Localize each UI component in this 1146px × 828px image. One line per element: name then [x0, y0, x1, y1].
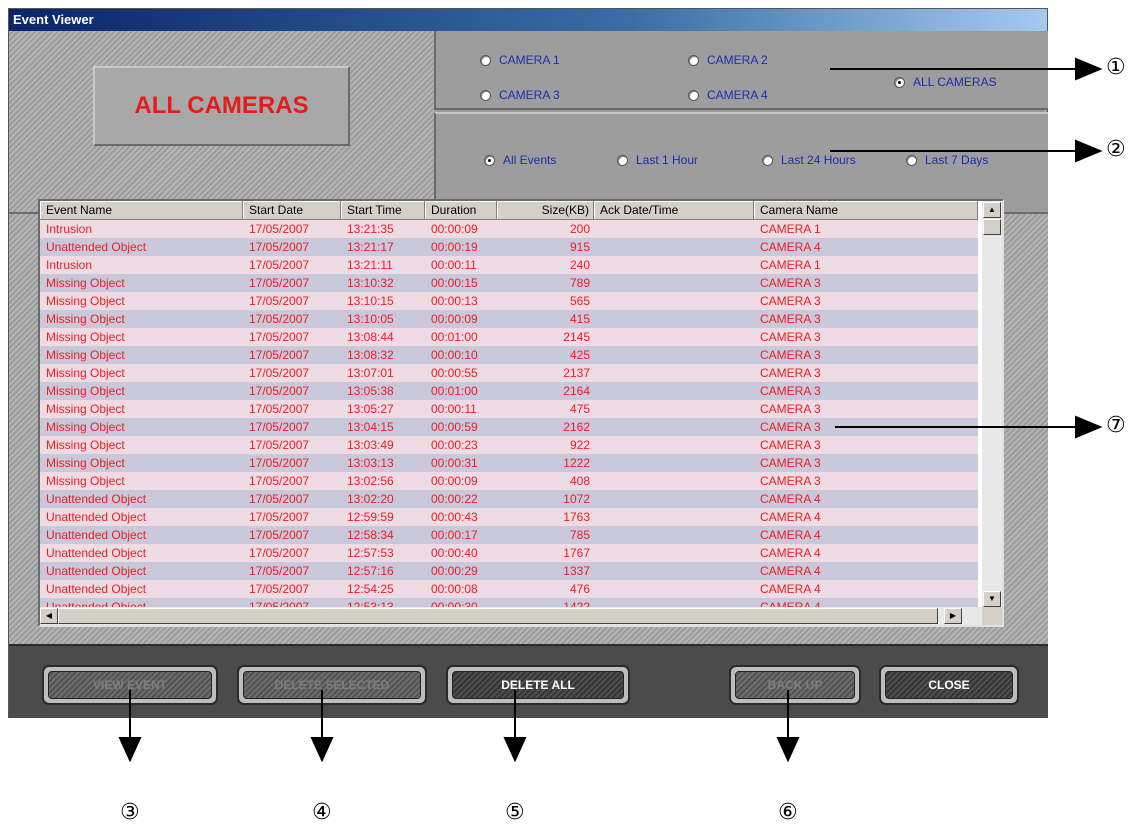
arrow-5-head: [503, 737, 527, 763]
callout-2: ②: [1106, 137, 1126, 162]
callout-1: ①: [1106, 55, 1126, 80]
arrow-2-head: [1075, 139, 1103, 163]
callout-3: ③: [120, 800, 140, 825]
arrow-3-head: [118, 737, 142, 763]
callout-6: ⑥: [778, 800, 798, 825]
callout-4: ④: [312, 800, 332, 825]
arrow-4-head: [310, 737, 334, 763]
arrow-7-head: [1075, 415, 1103, 439]
callout-5: ⑤: [505, 800, 525, 825]
annotation-arrows: [118, 57, 1103, 763]
callout-7: ⑦: [1106, 413, 1126, 438]
arrow-6-head: [776, 737, 800, 763]
arrow-1-head: [1075, 57, 1103, 81]
